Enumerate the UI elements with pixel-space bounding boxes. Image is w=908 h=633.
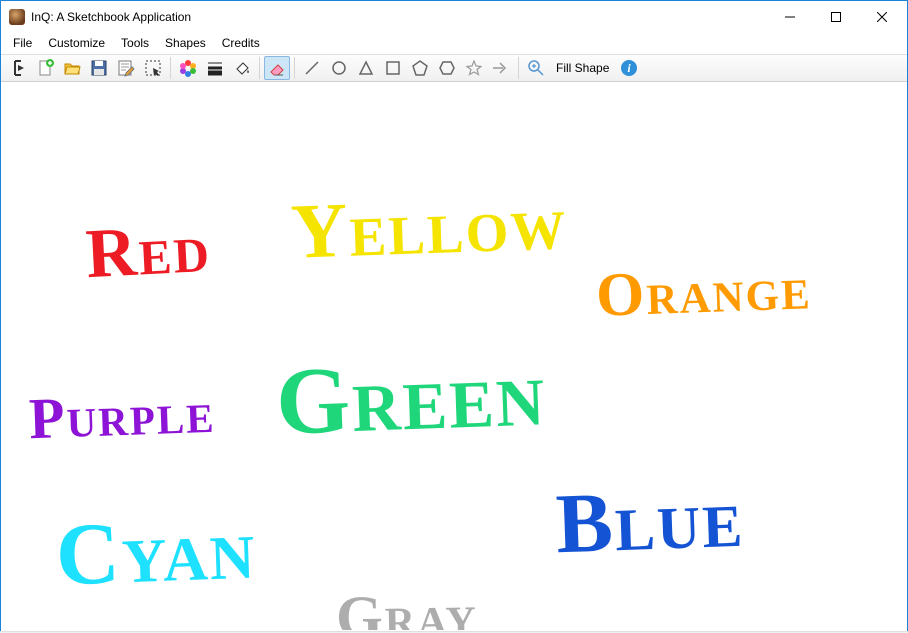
color-picker-button[interactable]	[175, 56, 201, 80]
select-button[interactable]	[140, 56, 166, 80]
canvas-stroke: Purple	[28, 379, 217, 452]
export-button[interactable]	[5, 56, 31, 80]
canvas-stroke: Gray	[335, 581, 478, 630]
pentagon-shape-button[interactable]	[407, 56, 433, 80]
circle-icon	[331, 60, 347, 76]
new-file-icon	[36, 59, 54, 77]
star-icon	[466, 60, 482, 76]
arrow-shape-button[interactable]	[488, 56, 514, 80]
save-button[interactable]	[86, 56, 112, 80]
toolbar: Fill Shape i	[1, 54, 907, 82]
canvas-stroke: Yellow	[290, 177, 569, 277]
hexagon-icon	[439, 60, 455, 76]
zoom-icon	[527, 59, 545, 77]
canvas[interactable]: Red Yellow Orange Purple GreenBlue Cyan Gray	[1, 82, 907, 630]
square-icon	[385, 60, 401, 76]
new-button[interactable]	[32, 56, 58, 80]
open-button[interactable]	[59, 56, 85, 80]
line-shape-button[interactable]	[299, 56, 325, 80]
color-picker-icon	[179, 59, 197, 77]
maximize-button[interactable]	[813, 2, 859, 32]
open-folder-icon	[63, 59, 81, 77]
info-icon: i	[620, 59, 638, 77]
menu-file[interactable]: File	[5, 33, 40, 53]
minimize-icon	[785, 12, 795, 22]
fill-bucket-icon	[233, 59, 251, 77]
menu-bar: File Customize Tools Shapes Credits	[1, 32, 907, 54]
eraser-icon	[268, 59, 286, 77]
canvas-stroke: Orange	[595, 253, 813, 331]
fill-shape-label[interactable]: Fill Shape	[550, 61, 615, 75]
maximize-icon	[831, 12, 841, 22]
canvas-stroke: Green	[274, 337, 548, 456]
export-icon	[9, 59, 27, 77]
fill-bucket-button[interactable]	[229, 56, 255, 80]
star-shape-button[interactable]	[461, 56, 487, 80]
line-weight-icon	[206, 59, 224, 77]
triangle-shape-button[interactable]	[353, 56, 379, 80]
window-controls	[767, 2, 905, 32]
eraser-button[interactable]	[264, 56, 290, 80]
toolbar-separator	[170, 57, 171, 79]
minimize-button[interactable]	[767, 2, 813, 32]
app-icon	[9, 9, 25, 25]
arrow-icon	[492, 60, 510, 76]
menu-shapes[interactable]: Shapes	[157, 33, 214, 53]
triangle-icon	[358, 60, 374, 76]
circle-shape-button[interactable]	[326, 56, 352, 80]
canvas-stroke: Blue	[554, 469, 745, 574]
canvas-stroke: Red	[84, 209, 213, 295]
menu-customize[interactable]: Customize	[40, 33, 113, 53]
select-icon	[144, 59, 162, 77]
square-shape-button[interactable]	[380, 56, 406, 80]
zoom-button[interactable]	[523, 56, 549, 80]
title-bar: InQ: A Sketchbook Application	[1, 1, 907, 32]
info-button[interactable]: i	[616, 56, 642, 80]
toolbar-separator	[518, 57, 519, 79]
toolbar-separator	[259, 57, 260, 79]
hexagon-shape-button[interactable]	[434, 56, 460, 80]
save-icon	[90, 59, 108, 77]
close-icon	[877, 12, 887, 22]
edit-note-button[interactable]	[113, 56, 139, 80]
canvas-stroke: Cyan	[54, 499, 258, 607]
window-title-group: InQ: A Sketchbook Application	[9, 9, 767, 25]
menu-tools[interactable]: Tools	[113, 33, 157, 53]
toolbar-separator	[294, 57, 295, 79]
window-title: InQ: A Sketchbook Application	[31, 10, 191, 24]
pentagon-icon	[412, 60, 428, 76]
line-icon	[304, 60, 320, 76]
close-button[interactable]	[859, 2, 905, 32]
line-weight-button[interactable]	[202, 56, 228, 80]
edit-note-icon	[117, 59, 135, 77]
menu-credits[interactable]: Credits	[214, 33, 268, 53]
